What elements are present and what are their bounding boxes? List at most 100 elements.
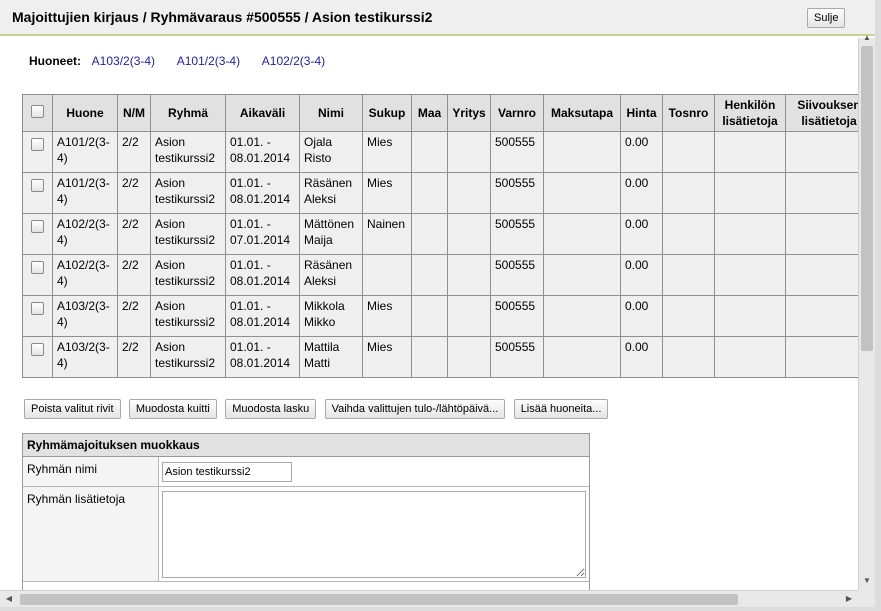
cell-maa bbox=[411, 172, 448, 214]
close-button[interactable]: Sulje bbox=[807, 8, 846, 28]
column-header[interactable]: Nimi bbox=[299, 94, 363, 132]
column-header[interactable]: Tosnro bbox=[662, 94, 715, 132]
vertical-scrollbar[interactable]: ▲ ▼ bbox=[858, 33, 875, 590]
table-row[interactable]: A102/2(3-4) 2/2 Asion testikurssi2 01.01… bbox=[22, 254, 858, 296]
cell-sukup: Mies bbox=[362, 131, 412, 173]
cell-aikavali: 01.01. - 08.01.2014 bbox=[225, 172, 300, 214]
cell-nm: 2/2 bbox=[117, 131, 151, 173]
cell-varnro: 500555 bbox=[490, 254, 544, 296]
add-rooms-button[interactable]: Lisää huoneita... bbox=[513, 399, 609, 419]
cell-nimi: Mikkola Mikko bbox=[299, 295, 363, 337]
cell-varnro: 500555 bbox=[490, 213, 544, 255]
cell-varnro: 500555 bbox=[490, 172, 544, 214]
cell-tosnro bbox=[662, 295, 715, 337]
cell-siivouksen-lisatietoja bbox=[785, 254, 858, 296]
cell-ryhma: Asion testikurssi2 bbox=[150, 172, 226, 214]
horizontal-scrollbar[interactable]: ◀ ▶ bbox=[0, 590, 858, 607]
column-header[interactable]: Hinta bbox=[620, 94, 663, 132]
row-checkbox[interactable] bbox=[31, 138, 44, 151]
arrow-down-icon[interactable]: ▼ bbox=[859, 574, 875, 588]
create-invoice-button[interactable]: Muodosta lasku bbox=[225, 399, 317, 419]
cell-huone: A102/2(3-4) bbox=[52, 213, 118, 255]
select-all-checkbox[interactable] bbox=[31, 104, 44, 118]
cell-aikavali: 01.01. - 07.01.2014 bbox=[225, 213, 300, 255]
delete-selected-rows-button[interactable]: Poista valitut rivit bbox=[24, 399, 121, 419]
column-header[interactable]: N/M bbox=[117, 94, 151, 132]
column-header[interactable]: Ryhmä bbox=[150, 94, 226, 132]
group-notes-row: Ryhmän lisätietoja bbox=[23, 487, 589, 582]
row-checkbox[interactable] bbox=[31, 261, 44, 274]
column-header[interactable]: Maksutapa bbox=[543, 94, 621, 132]
cell-tosnro bbox=[662, 213, 715, 255]
table-row[interactable]: A103/2(3-4) 2/2 Asion testikurssi2 01.01… bbox=[22, 336, 858, 378]
group-notes-label: Ryhmän lisätietoja bbox=[23, 487, 159, 581]
cell-hinta: 0.00 bbox=[620, 172, 663, 214]
cell-hinta: 0.00 bbox=[620, 254, 663, 296]
group-notes-textarea[interactable] bbox=[162, 491, 586, 578]
cell-yritys bbox=[447, 213, 491, 255]
cell-sukup: Mies bbox=[362, 336, 412, 378]
table-row[interactable]: A102/2(3-4) 2/2 Asion testikurssi2 01.01… bbox=[22, 213, 858, 255]
row-select-cell bbox=[22, 131, 53, 173]
row-checkbox[interactable] bbox=[31, 220, 44, 233]
table-header-row: Huone N/M Ryhmä Aikaväli Nimi Sukup Maa … bbox=[22, 94, 858, 132]
column-header[interactable]: Aikaväli bbox=[225, 94, 300, 132]
cell-siivouksen-lisatietoja bbox=[785, 295, 858, 337]
cell-varnro: 500555 bbox=[490, 131, 544, 173]
cell-aikavali: 01.01. - 08.01.2014 bbox=[225, 336, 300, 378]
cell-ryhma: Asion testikurssi2 bbox=[150, 131, 226, 173]
table-row[interactable]: A101/2(3-4) 2/2 Asion testikurssi2 01.01… bbox=[22, 172, 858, 214]
row-checkbox[interactable] bbox=[31, 302, 44, 315]
cell-maa bbox=[411, 254, 448, 296]
column-header[interactable]: Siivouksen lisätietoja bbox=[785, 94, 858, 132]
cell-varnro: 500555 bbox=[490, 295, 544, 337]
cell-yritys bbox=[447, 295, 491, 337]
cell-nm: 2/2 bbox=[117, 295, 151, 337]
change-dates-button[interactable]: Vaihda valittujen tulo-/lähtöpäivä... bbox=[324, 399, 506, 419]
cell-ryhma: Asion testikurssi2 bbox=[150, 254, 226, 296]
column-header[interactable]: Sukup bbox=[362, 94, 412, 132]
cell-yritys bbox=[447, 336, 491, 378]
horizontal-scroll-thumb[interactable] bbox=[20, 594, 738, 605]
table-row[interactable]: A103/2(3-4) 2/2 Asion testikurssi2 01.01… bbox=[22, 295, 858, 337]
arrow-up-icon[interactable]: ▲ bbox=[859, 31, 875, 45]
cell-maa bbox=[411, 131, 448, 173]
arrow-right-icon[interactable]: ▶ bbox=[842, 591, 856, 607]
cell-nm: 2/2 bbox=[117, 254, 151, 296]
row-checkbox[interactable] bbox=[31, 343, 44, 356]
group-name-label: Ryhmän nimi bbox=[23, 457, 159, 486]
guest-table: Huone N/M Ryhmä Aikaväli Nimi Sukup Maa … bbox=[22, 94, 858, 378]
cell-ryhma: Asion testikurssi2 bbox=[150, 295, 226, 337]
room-link[interactable]: A101/2(3-4) bbox=[177, 54, 240, 68]
cell-ryhma: Asion testikurssi2 bbox=[150, 336, 226, 378]
cell-siivouksen-lisatietoja bbox=[785, 131, 858, 173]
group-name-input[interactable] bbox=[162, 462, 292, 482]
arrow-left-icon[interactable]: ◀ bbox=[2, 591, 16, 607]
column-header[interactable]: Varnro bbox=[490, 94, 544, 132]
main-content: Huoneet: A103/2(3-4) A101/2(3-4) A102/2(… bbox=[0, 38, 858, 590]
cell-huone: A101/2(3-4) bbox=[52, 172, 118, 214]
column-header[interactable]: Yritys bbox=[447, 94, 491, 132]
room-link[interactable]: A102/2(3-4) bbox=[262, 54, 325, 68]
cell-henkilon-lisatietoja bbox=[714, 254, 786, 296]
column-header[interactable]: Huone bbox=[52, 94, 118, 132]
cell-hinta: 0.00 bbox=[620, 131, 663, 173]
column-header[interactable]: Maa bbox=[411, 94, 448, 132]
cell-ryhma: Asion testikurssi2 bbox=[150, 213, 226, 255]
vertical-scroll-thumb[interactable] bbox=[861, 46, 873, 351]
title-bar: Majoittujien kirjaus / Ryhmävaraus #5005… bbox=[0, 0, 881, 36]
cell-hinta: 0.00 bbox=[620, 295, 663, 337]
create-receipt-button[interactable]: Muodosta kuitti bbox=[128, 399, 217, 419]
cell-maksutapa bbox=[543, 254, 621, 296]
row-checkbox[interactable] bbox=[31, 179, 44, 192]
cell-tosnro bbox=[662, 336, 715, 378]
cell-nm: 2/2 bbox=[117, 336, 151, 378]
row-select-cell bbox=[22, 295, 53, 337]
cell-hinta: 0.00 bbox=[620, 213, 663, 255]
cell-siivouksen-lisatietoja bbox=[785, 336, 858, 378]
column-header[interactable]: Henkilön lisätietoja bbox=[714, 94, 786, 132]
row-select-cell bbox=[22, 213, 53, 255]
cell-maksutapa bbox=[543, 213, 621, 255]
table-row[interactable]: A101/2(3-4) 2/2 Asion testikurssi2 01.01… bbox=[22, 131, 858, 173]
room-link[interactable]: A103/2(3-4) bbox=[92, 54, 155, 68]
